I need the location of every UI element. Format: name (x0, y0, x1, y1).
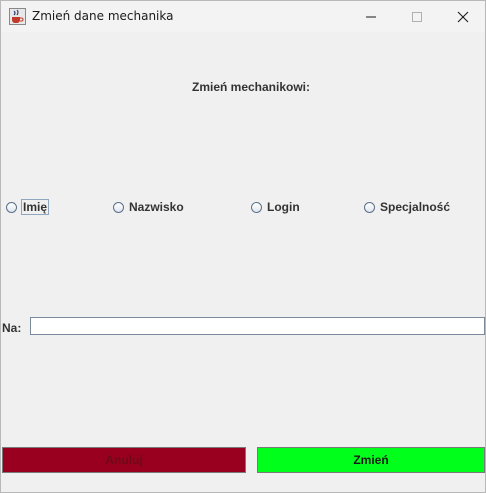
java-cup-icon (9, 8, 26, 25)
radio-label-imie[interactable]: Imię (20, 199, 50, 215)
radio-specjalnosc[interactable]: Specjalność (364, 199, 450, 215)
radio-login[interactable]: Login (251, 199, 300, 215)
minimize-icon (366, 16, 376, 17)
radio-nazwisko[interactable]: Nazwisko (113, 199, 184, 215)
close-button[interactable] (440, 1, 486, 32)
new-value-label: Na: (2, 321, 22, 335)
radio-label-login[interactable]: Login (267, 200, 300, 214)
radio-circle-imie[interactable] (6, 201, 17, 213)
dialog-window: Zmień dane mechanika Zmień mechanikowi: … (0, 0, 486, 493)
radio-circle-nazwisko[interactable] (113, 201, 124, 213)
maximize-icon (412, 11, 422, 22)
new-value-input[interactable] (30, 317, 485, 335)
radio-circle-login[interactable] (251, 201, 262, 213)
apply-button[interactable]: Zmień (257, 447, 485, 473)
radio-circle-specjalnosc[interactable] (364, 201, 375, 213)
title-bar[interactable]: Zmień dane mechanika (1, 1, 485, 32)
minimize-button[interactable] (348, 1, 394, 32)
close-icon (457, 11, 469, 22)
maximize-button[interactable] (394, 1, 440, 32)
radio-imie[interactable]: Imię (6, 199, 50, 215)
radio-label-specjalnosc[interactable]: Specjalność (380, 200, 450, 214)
cancel-button[interactable]: Anuluj (2, 447, 246, 473)
radio-label-nazwisko[interactable]: Nazwisko (129, 200, 184, 214)
window-title: Zmień dane mechanika (32, 9, 174, 23)
change-mechanic-heading: Zmień mechanikowi: (191, 80, 311, 94)
